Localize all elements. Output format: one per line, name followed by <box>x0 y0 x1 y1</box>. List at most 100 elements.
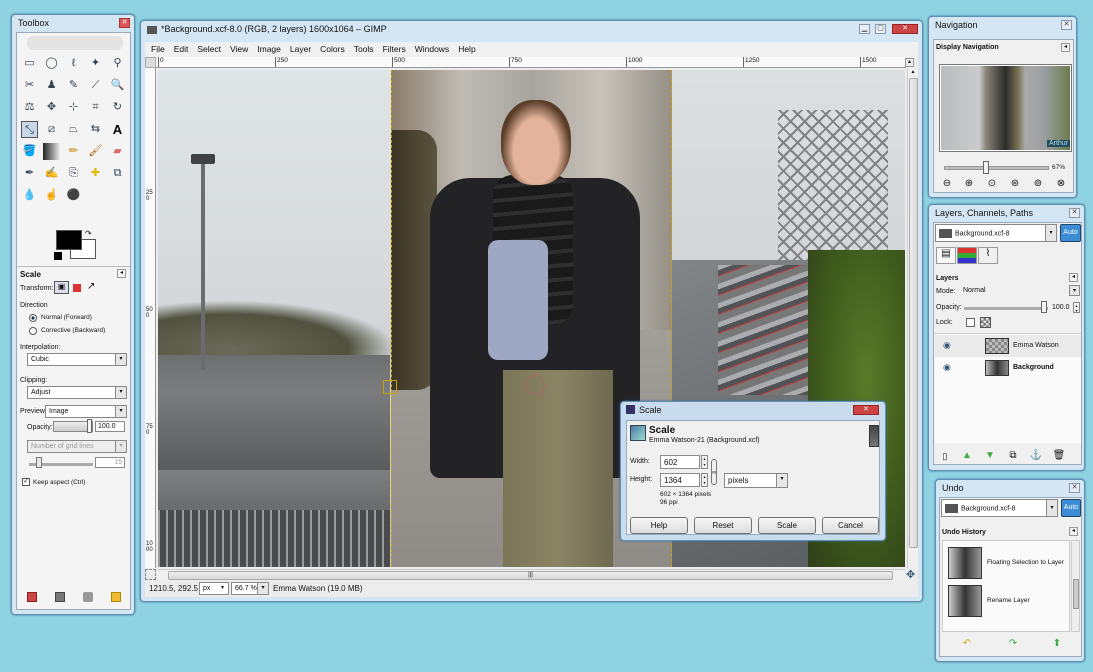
scale-dialog-close-button[interactable]: ✕ <box>853 405 879 415</box>
zoom-100-icon[interactable]: ⊙ <box>985 178 999 190</box>
menu-filters[interactable]: Filters <box>383 44 406 54</box>
ink-tool-icon[interactable]: ✍ <box>43 165 60 182</box>
interpolation-select[interactable]: Cubic ▾ <box>27 353 127 366</box>
unit-select[interactable]: px ▾ <box>199 582 229 595</box>
zoom-fill-icon[interactable]: ⊚ <box>1031 178 1045 190</box>
width-input[interactable]: 602 <box>660 455 700 469</box>
menu-layer[interactable]: Layer <box>290 44 311 54</box>
delete-layer-icon[interactable]: 🗑 <box>1052 450 1066 462</box>
vertical-scroll-thumb[interactable] <box>909 78 918 548</box>
tool-options-menu-icon[interactable]: ◂ <box>117 269 126 278</box>
undo-titlebar[interactable]: Undo <box>936 480 1084 495</box>
blend-tool-icon[interactable] <box>43 143 60 160</box>
layers-auto-button[interactable]: Auto <box>1060 224 1081 242</box>
anchor-layer-icon[interactable]: ⚓ <box>1029 450 1043 462</box>
layers-titlebar[interactable]: Layers, Channels, Paths <box>929 205 1084 220</box>
navigation-zoom-handle[interactable] <box>983 161 989 174</box>
grid-count-field[interactable]: 15 <box>95 457 125 468</box>
crop-tool-icon[interactable]: ⌗ <box>87 99 104 116</box>
color-picker-tool-icon[interactable]: ⟋ <box>87 77 104 94</box>
duplicate-layer-icon[interactable]: ⧉ <box>1006 450 1020 462</box>
tab-layers[interactable]: ▤ <box>936 247 956 264</box>
free-select-tool-icon[interactable]: ℓ <box>65 55 82 72</box>
zoom-select[interactable]: 66.7 % ▾ <box>231 582 269 595</box>
toolbox-close-button[interactable]: ✕ <box>119 18 130 28</box>
opacity-field[interactable]: 100.0 <box>95 421 125 432</box>
scale-dialog-titlebar[interactable]: Scale <box>621 402 885 417</box>
undo-scrollbar[interactable] <box>1071 540 1080 632</box>
align-tool-icon[interactable]: ⊹ <box>65 99 82 116</box>
quick-mask-toggle[interactable] <box>145 569 156 580</box>
clipping-select[interactable]: Adjust ▾ <box>27 386 127 399</box>
keep-aspect-checkbox[interactable]: ✓ <box>22 478 30 486</box>
scale-tool-icon[interactable]: ⤡ <box>21 121 38 138</box>
menu-file[interactable]: File <box>151 44 165 54</box>
undo-history-item[interactable]: Rename Layer <box>943 583 1069 619</box>
grid-lines-select[interactable]: Number of grid lines ▾ <box>27 440 127 453</box>
redo-icon[interactable]: ↷ <box>1006 638 1020 650</box>
navigation-titlebar[interactable]: Navigation <box>929 17 1076 32</box>
magnify-tool-icon[interactable]: 🔍 <box>109 77 126 94</box>
swap-colors-icon[interactable]: ↷ <box>85 229 92 238</box>
clear-history-icon[interactable]: ⬆ <box>1050 638 1064 650</box>
ellipse-select-tool-icon[interactable]: ◯ <box>43 55 60 72</box>
perspective-clone-tool-icon[interactable]: ⧉ <box>109 165 126 182</box>
zoom-tool-icon[interactable]: ⚲ <box>109 55 126 72</box>
new-layer-icon[interactable]: ▯ <box>938 450 952 462</box>
unit-dropdown[interactable]: pixels ▾ <box>724 473 788 488</box>
navigation-preview[interactable]: Arthur <box>939 64 1072 152</box>
grid-count-handle[interactable] <box>36 457 42 468</box>
foreground-select-tool-icon[interactable]: ♟ <box>43 77 60 94</box>
menu-view[interactable]: View <box>230 44 248 54</box>
eye-visibility-icon[interactable]: ◉ <box>943 362 951 373</box>
eye-visibility-icon[interactable]: ◉ <box>943 340 951 351</box>
undo-close-button[interactable]: ✕ <box>1069 483 1080 493</box>
width-spin-button[interactable]: ▴ ▾ <box>701 455 708 469</box>
transform-layer-icon[interactable]: ▣ <box>54 281 69 294</box>
layers-menu-icon[interactable]: ◂ <box>1069 273 1078 282</box>
paintbrush-tool-icon[interactable]: 🖌 <box>87 143 104 160</box>
cancel-button[interactable]: Cancel <box>822 517 879 534</box>
eraser-tool-icon[interactable]: ▰ <box>109 143 126 160</box>
opacity-slider-handle[interactable] <box>87 419 92 433</box>
lock-alpha-icon[interactable] <box>980 317 991 328</box>
text-tool-icon[interactable]: A <box>109 121 126 138</box>
pencil-tool-icon[interactable]: ✏ <box>65 143 82 160</box>
delete-tool-options-icon[interactable] <box>83 592 93 602</box>
layer-mode-select[interactable]: Normal ▾ <box>960 285 1080 298</box>
dodge-burn-tool-icon[interactable]: ⚫ <box>65 187 82 204</box>
reset-button[interactable]: Reset <box>694 517 752 534</box>
navigate-button[interactable]: ▴ <box>905 58 914 67</box>
blur-tool-icon[interactable]: 💧 <box>21 187 38 204</box>
layer-opacity-handle[interactable] <box>1041 301 1047 313</box>
clone-tool-icon[interactable]: ⎘ <box>65 165 82 182</box>
toolbox-titlebar[interactable]: Toolbox <box>12 15 134 30</box>
layer-opacity-slider[interactable] <box>964 307 1048 310</box>
reset-tool-options-icon[interactable] <box>111 592 121 602</box>
horizontal-ruler[interactable]: 0 250 500 750 1000 1250 1500 <box>156 57 906 68</box>
undo-menu-icon[interactable]: ◂ <box>1069 527 1078 536</box>
horizontal-scrollbar[interactable]: ||| <box>158 569 905 580</box>
maximize-button[interactable]: ▢ <box>875 24 886 34</box>
image-titlebar[interactable]: *Background.xcf-8.0 (RGB, 2 layers) 1600… <box>141 21 922 36</box>
tab-channels[interactable] <box>957 247 977 264</box>
tab-paths[interactable]: ⌇ <box>978 247 998 264</box>
menu-image[interactable]: Image <box>257 44 281 54</box>
transform-selection-icon[interactable] <box>73 284 81 292</box>
menu-help[interactable]: Help <box>458 44 475 54</box>
heal-tool-icon[interactable]: ✚ <box>87 165 104 182</box>
direction-normal-radio[interactable] <box>29 314 37 322</box>
close-button[interactable]: ✕ <box>892 24 918 34</box>
menu-windows[interactable]: Windows <box>415 44 449 54</box>
lower-layer-icon[interactable]: ▼ <box>983 450 997 462</box>
rect-select-tool-icon[interactable]: ▭ <box>21 55 38 72</box>
layer-opacity-spin[interactable]: ▴ ▾ <box>1073 302 1080 313</box>
transform-center-handle[interactable] <box>525 375 545 395</box>
help-button[interactable]: Help <box>630 517 688 534</box>
zoom-out-icon[interactable]: ⊖ <box>940 178 954 190</box>
perspective-tool-icon[interactable]: ⏢ <box>65 121 82 138</box>
scale-button[interactable]: Scale <box>758 517 816 534</box>
undo-scroll-thumb[interactable] <box>1073 579 1079 609</box>
scissors-tool-icon[interactable]: ✂ <box>21 77 38 94</box>
restore-tool-options-icon[interactable] <box>55 592 65 602</box>
